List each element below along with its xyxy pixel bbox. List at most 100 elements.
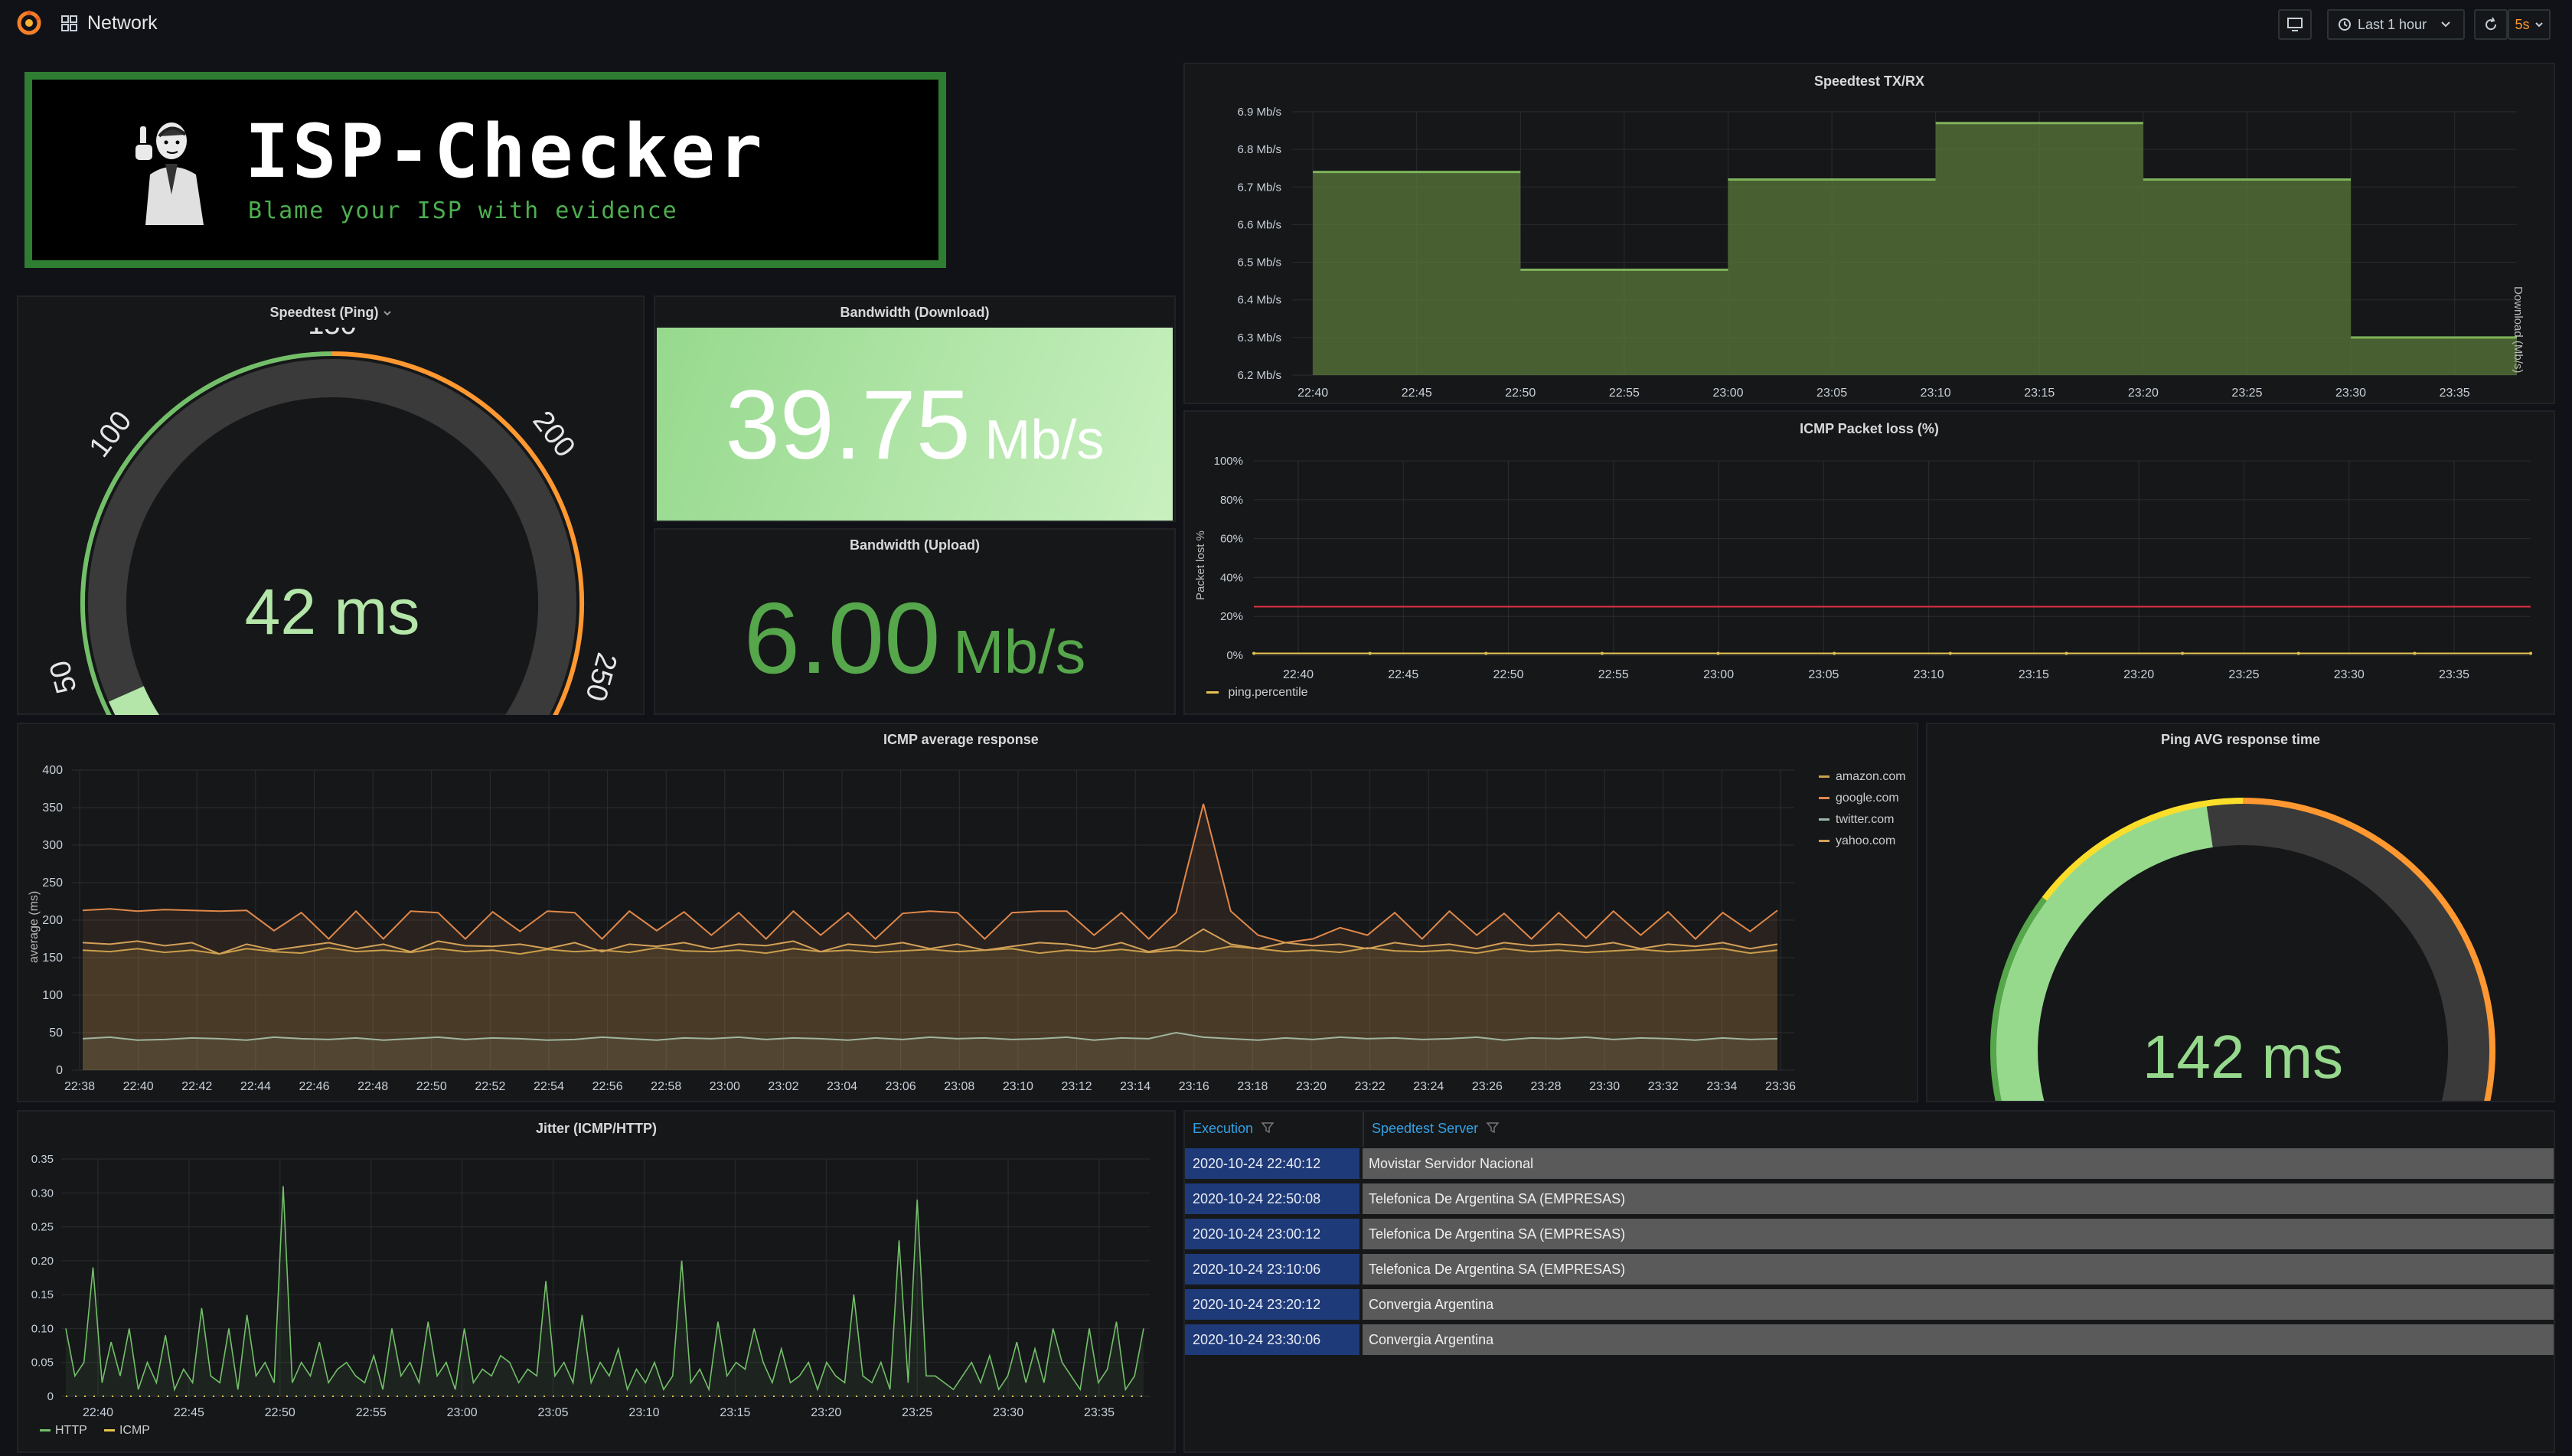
table-row[interactable]: 2020-10-24 23:10:06 Telefonica De Argenti… — [1185, 1254, 2554, 1286]
x-tick-label: 22:40 — [1283, 668, 1314, 681]
x-tick-label: 22:54 — [534, 1080, 564, 1093]
x-tick-label: 22:52 — [475, 1080, 505, 1093]
grafana-logo-icon[interactable] — [14, 8, 44, 38]
x-tick-label: 23:05 — [1808, 668, 1839, 681]
y-tick-label: 6.3 Mb/s — [1237, 331, 1281, 344]
legend-item[interactable]: amazon.com — [1819, 770, 1906, 792]
legend-swatch — [1819, 797, 1829, 800]
refresh-button[interactable] — [2474, 9, 2508, 40]
header-speedtest-server[interactable]: Speedtest Server — [1372, 1121, 1500, 1137]
legend-item[interactable]: twitter.com — [1819, 813, 1906, 834]
legend-swatch — [1819, 818, 1829, 821]
table-row[interactable]: 2020-10-24 22:40:12 Movistar Servidor Nac… — [1185, 1148, 2554, 1180]
legend-item-http[interactable]: HTTP — [40, 1424, 90, 1437]
y-tick-label: 0.25 — [31, 1221, 54, 1234]
y-tick-label: 6.7 Mb/s — [1237, 181, 1281, 194]
x-tick-label: 23:14 — [1120, 1080, 1151, 1093]
x-tick-label: 22:42 — [181, 1080, 212, 1093]
x-tick-label: 23:05 — [538, 1406, 569, 1419]
table-row[interactable]: 2020-10-24 23:30:06 Convergia Argentina — [1185, 1324, 2554, 1356]
header-execution[interactable]: Execution — [1193, 1121, 1275, 1137]
table-header: Execution Speedtest Server — [1185, 1112, 2554, 1147]
download-value: 39.75 — [725, 371, 971, 480]
x-tick-label: 23:16 — [1179, 1080, 1209, 1093]
legend-item-icmp[interactable]: ICMP — [103, 1424, 150, 1437]
data-point — [1368, 651, 1372, 655]
data-point — [1600, 651, 1604, 655]
y-tick-label: 0.05 — [31, 1356, 54, 1369]
x-tick-label: 23:28 — [1530, 1080, 1561, 1093]
series-area — [66, 1186, 1144, 1396]
jitter-panel[interactable]: Jitter (ICMP/HTTP) 0 0.05 0.10 0.15 0.20 0.25… — [17, 1110, 1176, 1453]
speedtest-txrx-chart: 6.2 Mb/s 6.3 Mb/s 6.4 Mb/s 6.5 Mb/s 6.6 Mb/s… — [1237, 106, 2517, 400]
y-tick-label: 350 — [42, 801, 63, 815]
server-cell: Convergia Argentina — [1363, 1289, 2554, 1320]
y-tick-label: 40% — [1220, 571, 1243, 584]
x-tick-label: 22:50 — [265, 1406, 295, 1419]
gauge-value: 42 ms — [245, 576, 420, 648]
time-range-picker[interactable]: Last 1 hour — [2327, 9, 2465, 40]
server-cell: Telefonica De Argentina SA (EMPRESAS) — [1363, 1183, 2554, 1214]
y-tick-label: 200 — [42, 914, 63, 927]
filter-icon[interactable] — [1486, 1122, 1500, 1134]
dashboard-title[interactable]: Network — [87, 12, 158, 34]
tv-mode-button[interactable] — [2278, 9, 2312, 40]
table-row[interactable]: 2020-10-24 23:00:12 Telefonica De Argenti… — [1185, 1219, 2554, 1251]
icmp-legend: amazon.com google.com twitter.com yahoo.com — [1819, 770, 1906, 856]
legend-swatch — [1819, 775, 1829, 779]
server-cell: Convergia Argentina — [1363, 1324, 2554, 1355]
x-tick-label: 23:35 — [2439, 668, 2469, 681]
filter-icon[interactable] — [1261, 1122, 1275, 1134]
speedtest-server-table-panel[interactable]: Execution Speedtest Server 2020-10-24 22… — [1183, 1110, 2555, 1453]
y-tick-label: 6.8 Mb/s — [1237, 143, 1281, 156]
y-tick-label: 100% — [1214, 455, 1243, 468]
data-point — [1252, 651, 1255, 655]
dashboard-grid-icon[interactable] — [61, 15, 78, 32]
y-tick-label: 300 — [42, 839, 63, 852]
x-tick-label: 23:00 — [1703, 668, 1734, 681]
y-axis-label-right: Download (Mb/s) — [2512, 286, 2525, 374]
execution-cell: 2020-10-24 23:00:12 — [1185, 1219, 1359, 1249]
x-tick-label: 23:34 — [1706, 1080, 1737, 1093]
x-tick-label: 22:55 — [356, 1406, 387, 1419]
x-tick-label: 22:50 — [1493, 668, 1524, 681]
legend-label: ping.percentile — [1228, 686, 1308, 699]
legend-item[interactable]: google.com — [1819, 792, 1906, 813]
execution-cell: 2020-10-24 22:50:08 — [1185, 1183, 1359, 1214]
y-tick-label: 6.4 Mb/s — [1237, 294, 1281, 307]
ping-avg-response-panel[interactable]: Ping AVG response time 142 ms — [1926, 723, 2555, 1102]
upload-unit: Mb/s — [953, 618, 1086, 686]
refresh-interval-picker[interactable]: 5s — [2508, 9, 2551, 40]
table-row[interactable]: 2020-10-24 22:50:08 Telefonica De Argenti… — [1185, 1183, 2554, 1216]
legend-item[interactable]: ping.percentile — [1206, 686, 1308, 700]
x-tick-label: 22:55 — [1598, 668, 1629, 681]
x-tick-label: 23:20 — [1296, 1080, 1327, 1093]
top-bar: Network Last 1 hour 5s — [0, 0, 2572, 49]
bandwidth-download-panel[interactable]: Bandwidth (Download) 39.75 Mb/s — [654, 295, 1176, 522]
icmp-packet-loss-panel[interactable]: ICMP Packet loss (%) 0% 20% 40% 60% 80% 100% 2… — [1183, 410, 2555, 715]
data-point — [2296, 651, 2300, 655]
execution-cell: 2020-10-24 23:30:06 — [1185, 1324, 1359, 1355]
x-tick-label: 23:25 — [2228, 668, 2259, 681]
download-unit: Mb/s — [984, 410, 1105, 471]
packet-loss-chart: 0% 20% 40% 60% 80% 100% 22:40 22:45 22:50 22:55 23… — [1214, 455, 2532, 681]
gauge-tick-label: 150 — [308, 328, 356, 341]
chevron-down-icon — [2534, 21, 2543, 27]
x-tick-label: 22:58 — [651, 1080, 681, 1093]
legend-label: amazon.com — [1836, 770, 1906, 783]
panel-title[interactable]: Speedtest (Ping) — [18, 305, 643, 321]
refresh-icon — [2486, 17, 2497, 31]
icmp-average-response-panel[interactable]: ICMP average response 0 50 100 150 200 250 300… — [17, 723, 1918, 1102]
bandwidth-upload-panel[interactable]: Bandwidth (Upload) 6.00 Mb/s — [654, 528, 1176, 715]
speedtest-ping-panel[interactable]: Speedtest (Ping) 050100150200250300 42 m… — [17, 295, 645, 715]
y-tick-label: 6.2 Mb/s — [1237, 369, 1281, 382]
data-point — [1948, 651, 1952, 655]
y-tick-label: 0 — [47, 1390, 54, 1403]
table-row[interactable]: 2020-10-24 23:20:12 Convergia Argentina — [1185, 1289, 2554, 1321]
speedtest-txrx-panel[interactable]: Speedtest TX/RX 6.2 Mb/s 6.3 Mb/s 6.4 Mb/s… — [1183, 63, 2555, 404]
legend-item[interactable]: yahoo.com — [1819, 834, 1906, 856]
x-tick-label: 23:22 — [1355, 1080, 1386, 1093]
data-point — [2064, 651, 2068, 655]
x-tick-label: 23:00 — [447, 1406, 478, 1419]
execution-cell: 2020-10-24 23:10:06 — [1185, 1254, 1359, 1285]
